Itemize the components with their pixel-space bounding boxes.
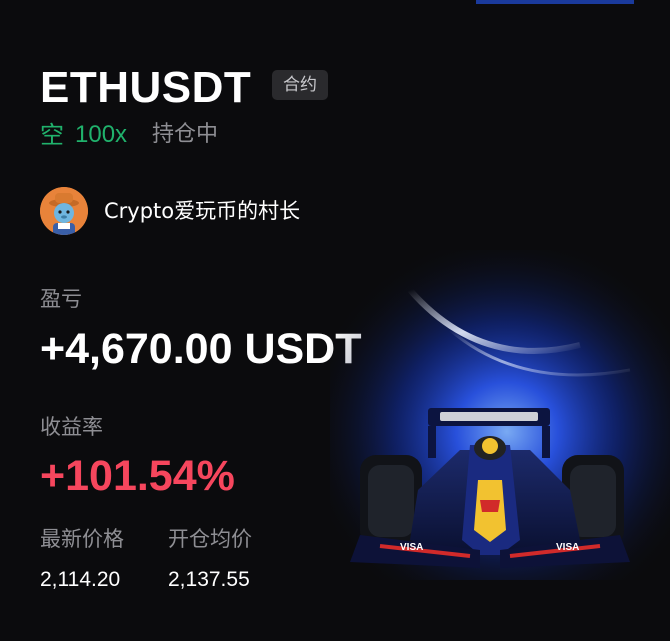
position-status: 持仓中 bbox=[152, 122, 219, 147]
last-price-label: 最新价格 bbox=[40, 527, 124, 551]
svg-text:VISA: VISA bbox=[400, 542, 423, 553]
username: Crypto爱玩币的村长 bbox=[104, 199, 301, 223]
svg-text:VISA: VISA bbox=[556, 542, 579, 553]
roi-label: 收益率 bbox=[40, 415, 103, 439]
direction-label: 空 bbox=[40, 121, 64, 149]
last-price-value: 2,114.20 bbox=[40, 568, 121, 591]
top-accent-bar bbox=[476, 0, 634, 4]
contract-badge: 合约 bbox=[272, 70, 328, 100]
roi-value: +101.54% bbox=[40, 452, 235, 500]
entry-price-label: 开仓均价 bbox=[168, 527, 252, 551]
entry-price-value: 2,137.55 bbox=[168, 568, 250, 591]
symbol-title: ETHUSDT bbox=[40, 63, 252, 112]
leverage-label: 100x bbox=[75, 121, 128, 148]
cartoon-avatar-icon bbox=[40, 187, 88, 235]
f1-race-car-icon: VISA VISA bbox=[330, 250, 670, 580]
pnl-value: +4,670.00 USDT bbox=[40, 325, 362, 373]
pnl-label: 盈亏 bbox=[40, 287, 82, 311]
